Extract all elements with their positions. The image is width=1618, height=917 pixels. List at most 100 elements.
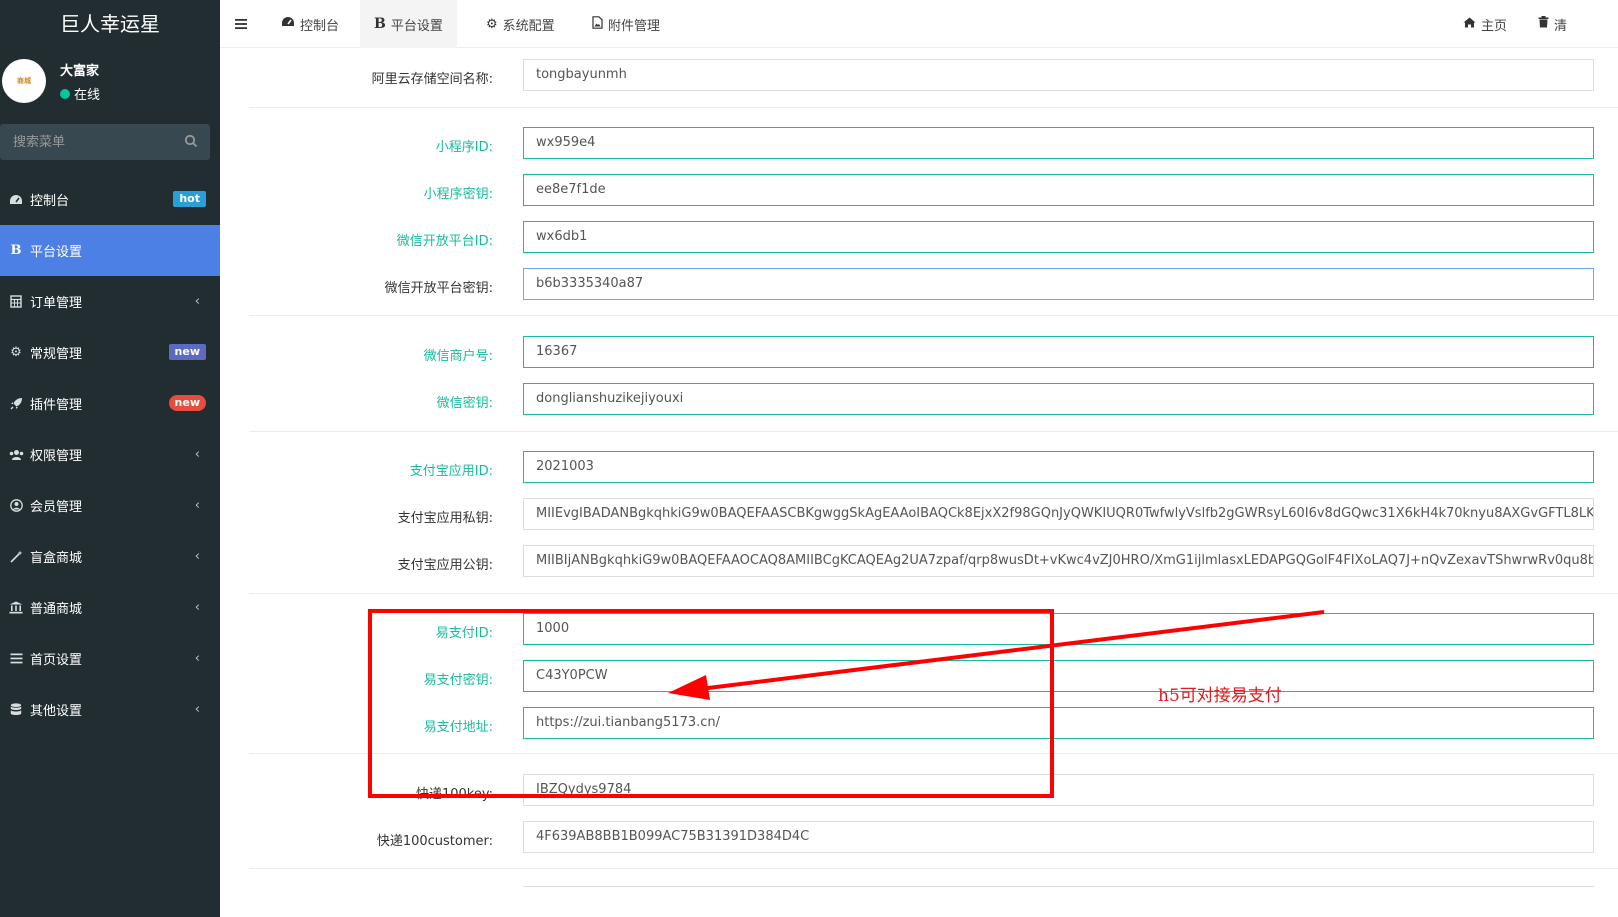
sidebar-item-label: 订单管理 bbox=[30, 296, 83, 311]
dashboard-icon bbox=[281, 16, 295, 32]
gear-icon: ⚙ bbox=[486, 16, 498, 32]
sidebar-item-label: 插件管理 bbox=[30, 398, 83, 413]
sidebar-item-label: 首页设置 bbox=[30, 653, 83, 668]
sidebar-item-label: 其他设置 bbox=[30, 704, 83, 719]
field-label: 小程序密钥: bbox=[423, 187, 493, 202]
tab-attachments[interactable]: 附件管理 bbox=[578, 0, 674, 48]
sidebar-item-general[interactable]: ⚙ 常规管理 new bbox=[0, 327, 220, 378]
chevron-left-icon: ‹ bbox=[194, 651, 200, 666]
sidebar-item-platform-settings[interactable]: B 平台设置 bbox=[0, 225, 220, 276]
chevron-left-icon: ‹ bbox=[194, 294, 200, 309]
user-status: 在线 bbox=[60, 84, 100, 103]
annotation-highlight-box bbox=[368, 609, 1054, 798]
clear-label: 清 bbox=[1554, 18, 1568, 34]
field-label: 小程序ID: bbox=[435, 140, 493, 155]
sidebar-item-other-settings[interactable]: 其他设置 ‹ bbox=[0, 684, 220, 735]
sidebar-item-label: 控制台 bbox=[30, 194, 70, 209]
top-navbar: 控制台 B 平台设置 ⚙ 系统配置 附件管理 主页 清 bbox=[220, 0, 1618, 48]
hamburger-icon[interactable] bbox=[234, 18, 248, 30]
sidebar: 巨人幸运星 商城 大富家 在线 控制台 hot B 平台设置 bbox=[0, 0, 220, 917]
sidebar-item-label: 权限管理 bbox=[30, 449, 83, 464]
field-label: 微信开放平台密钥: bbox=[384, 281, 493, 296]
alipay-app-id-field[interactable]: 2021003 bbox=[523, 451, 1594, 483]
sidebar-item-label: 普通商城 bbox=[30, 602, 83, 617]
bank-icon bbox=[8, 600, 24, 616]
sidebar-item-permissions[interactable]: 权限管理 ‹ bbox=[0, 429, 220, 480]
trash-icon bbox=[1538, 16, 1549, 32]
oss-bucket-field[interactable]: tongbayunmh bbox=[523, 59, 1594, 91]
online-dot-icon bbox=[60, 88, 70, 99]
magic-icon bbox=[8, 549, 24, 565]
miniprogram-secret-field[interactable]: ee8e7f1de bbox=[523, 174, 1594, 206]
kuaidi100-customer-field[interactable]: 4F639AB8BB1B099AC75B31391D384D4C bbox=[523, 821, 1594, 853]
sidebar-item-members[interactable]: 会员管理 ‹ bbox=[0, 480, 220, 531]
user-name: 大富家 bbox=[60, 64, 100, 79]
hot-badge: hot bbox=[173, 191, 206, 207]
user-panel: 商城 大富家 在线 bbox=[0, 48, 220, 118]
sidebar-item-plugins[interactable]: 插件管理 new bbox=[0, 378, 220, 429]
miniprogram-id-field[interactable]: wx959e4 bbox=[523, 127, 1594, 159]
tab-system-config[interactable]: ⚙ 系统配置 bbox=[472, 0, 569, 48]
sidebar-toggle-button[interactable] bbox=[220, 0, 262, 48]
sidebar-item-label: 平台设置 bbox=[30, 245, 83, 260]
alipay-private-key-field[interactable]: MIIEvgIBADANBgkqhkiG9w0BAQEFAASCBKgwggSk… bbox=[523, 498, 1594, 530]
chevron-left-icon: ‹ bbox=[194, 600, 200, 615]
sidebar-item-orders[interactable]: 订单管理 ‹ bbox=[0, 276, 220, 327]
home-link[interactable]: 主页 bbox=[1449, 0, 1521, 48]
alipay-public-key-field[interactable]: MIIBIjANBgkqhkiG9w0BAQEFAAOCAQ8AMIIBCgKC… bbox=[523, 545, 1594, 577]
field-label: 支付宝应用私钥: bbox=[397, 511, 493, 526]
annotation-text: h5可对接易支付 bbox=[1158, 686, 1282, 706]
wechat-merchant-id-field[interactable]: 16367 bbox=[523, 336, 1594, 368]
wechat-open-secret-field[interactable]: b6b3335340a87 bbox=[523, 268, 1594, 300]
sidebar-item-blindbox-shop[interactable]: 盲盒商城 ‹ bbox=[0, 531, 220, 582]
search-icon[interactable] bbox=[184, 134, 198, 148]
sidebar-item-home-settings[interactable]: 首页设置 ‹ bbox=[0, 633, 220, 684]
sidebar-item-label: 常规管理 bbox=[30, 347, 83, 362]
next-field-edge bbox=[523, 886, 1594, 896]
rocket-icon bbox=[8, 396, 24, 412]
avatar-text: 商城 bbox=[17, 77, 31, 85]
chevron-left-icon: ‹ bbox=[194, 702, 200, 717]
tab-label: 控制台 bbox=[300, 18, 340, 34]
b-icon: B bbox=[374, 16, 386, 32]
home-label: 主页 bbox=[1481, 18, 1508, 34]
chevron-left-icon: ‹ bbox=[194, 447, 200, 462]
sidebar-menu: 控制台 hot B 平台设置 订单管理 ‹ ⚙ 常规管理 new 插件管理 ne… bbox=[0, 174, 220, 735]
field-label: 阿里云存储空间名称: bbox=[371, 72, 493, 87]
field-label: 微信开放平台ID: bbox=[396, 234, 493, 249]
database-icon bbox=[8, 702, 24, 718]
home-icon bbox=[1463, 17, 1476, 32]
new-badge: new bbox=[168, 344, 206, 360]
tab-dashboard[interactable]: 控制台 bbox=[267, 0, 353, 48]
chevron-left-icon: ‹ bbox=[194, 498, 200, 513]
cogs-icon: ⚙ bbox=[10, 345, 22, 360]
section-divider bbox=[249, 315, 1618, 316]
sidebar-item-label: 会员管理 bbox=[30, 500, 83, 515]
group-icon bbox=[8, 447, 24, 463]
bars-icon bbox=[8, 651, 24, 667]
section-divider bbox=[249, 431, 1618, 432]
section-divider bbox=[249, 107, 1618, 108]
wechat-open-id-field[interactable]: wx6db1 bbox=[523, 221, 1594, 253]
field-label: 支付宝应用ID: bbox=[409, 464, 493, 479]
calculator-icon bbox=[8, 294, 24, 310]
search-input[interactable] bbox=[0, 124, 180, 160]
field-label: 微信商户号: bbox=[423, 349, 493, 364]
new-badge: new bbox=[168, 395, 206, 411]
clear-cache-button[interactable]: 清 bbox=[1524, 0, 1567, 48]
dashboard-icon bbox=[8, 192, 24, 208]
b-icon: B bbox=[10, 243, 22, 258]
section-divider bbox=[249, 868, 1618, 869]
user-circle-icon bbox=[8, 498, 24, 514]
menu-search bbox=[0, 124, 210, 160]
field-label: 快递100customer: bbox=[376, 834, 493, 849]
wechat-secret-field[interactable]: donglianshuzikejiyouxi bbox=[523, 383, 1594, 415]
sidebar-item-normal-shop[interactable]: 普通商城 ‹ bbox=[0, 582, 220, 633]
user-status-text: 在线 bbox=[74, 88, 101, 103]
avatar: 商城 bbox=[2, 59, 46, 103]
field-label: 支付宝应用公钥: bbox=[397, 558, 493, 573]
sidebar-item-dashboard[interactable]: 控制台 hot bbox=[0, 174, 220, 225]
chevron-left-icon: ‹ bbox=[194, 549, 200, 564]
app-title[interactable]: 巨人幸运星 bbox=[0, 0, 220, 48]
tab-platform-settings[interactable]: B 平台设置 bbox=[360, 0, 457, 48]
